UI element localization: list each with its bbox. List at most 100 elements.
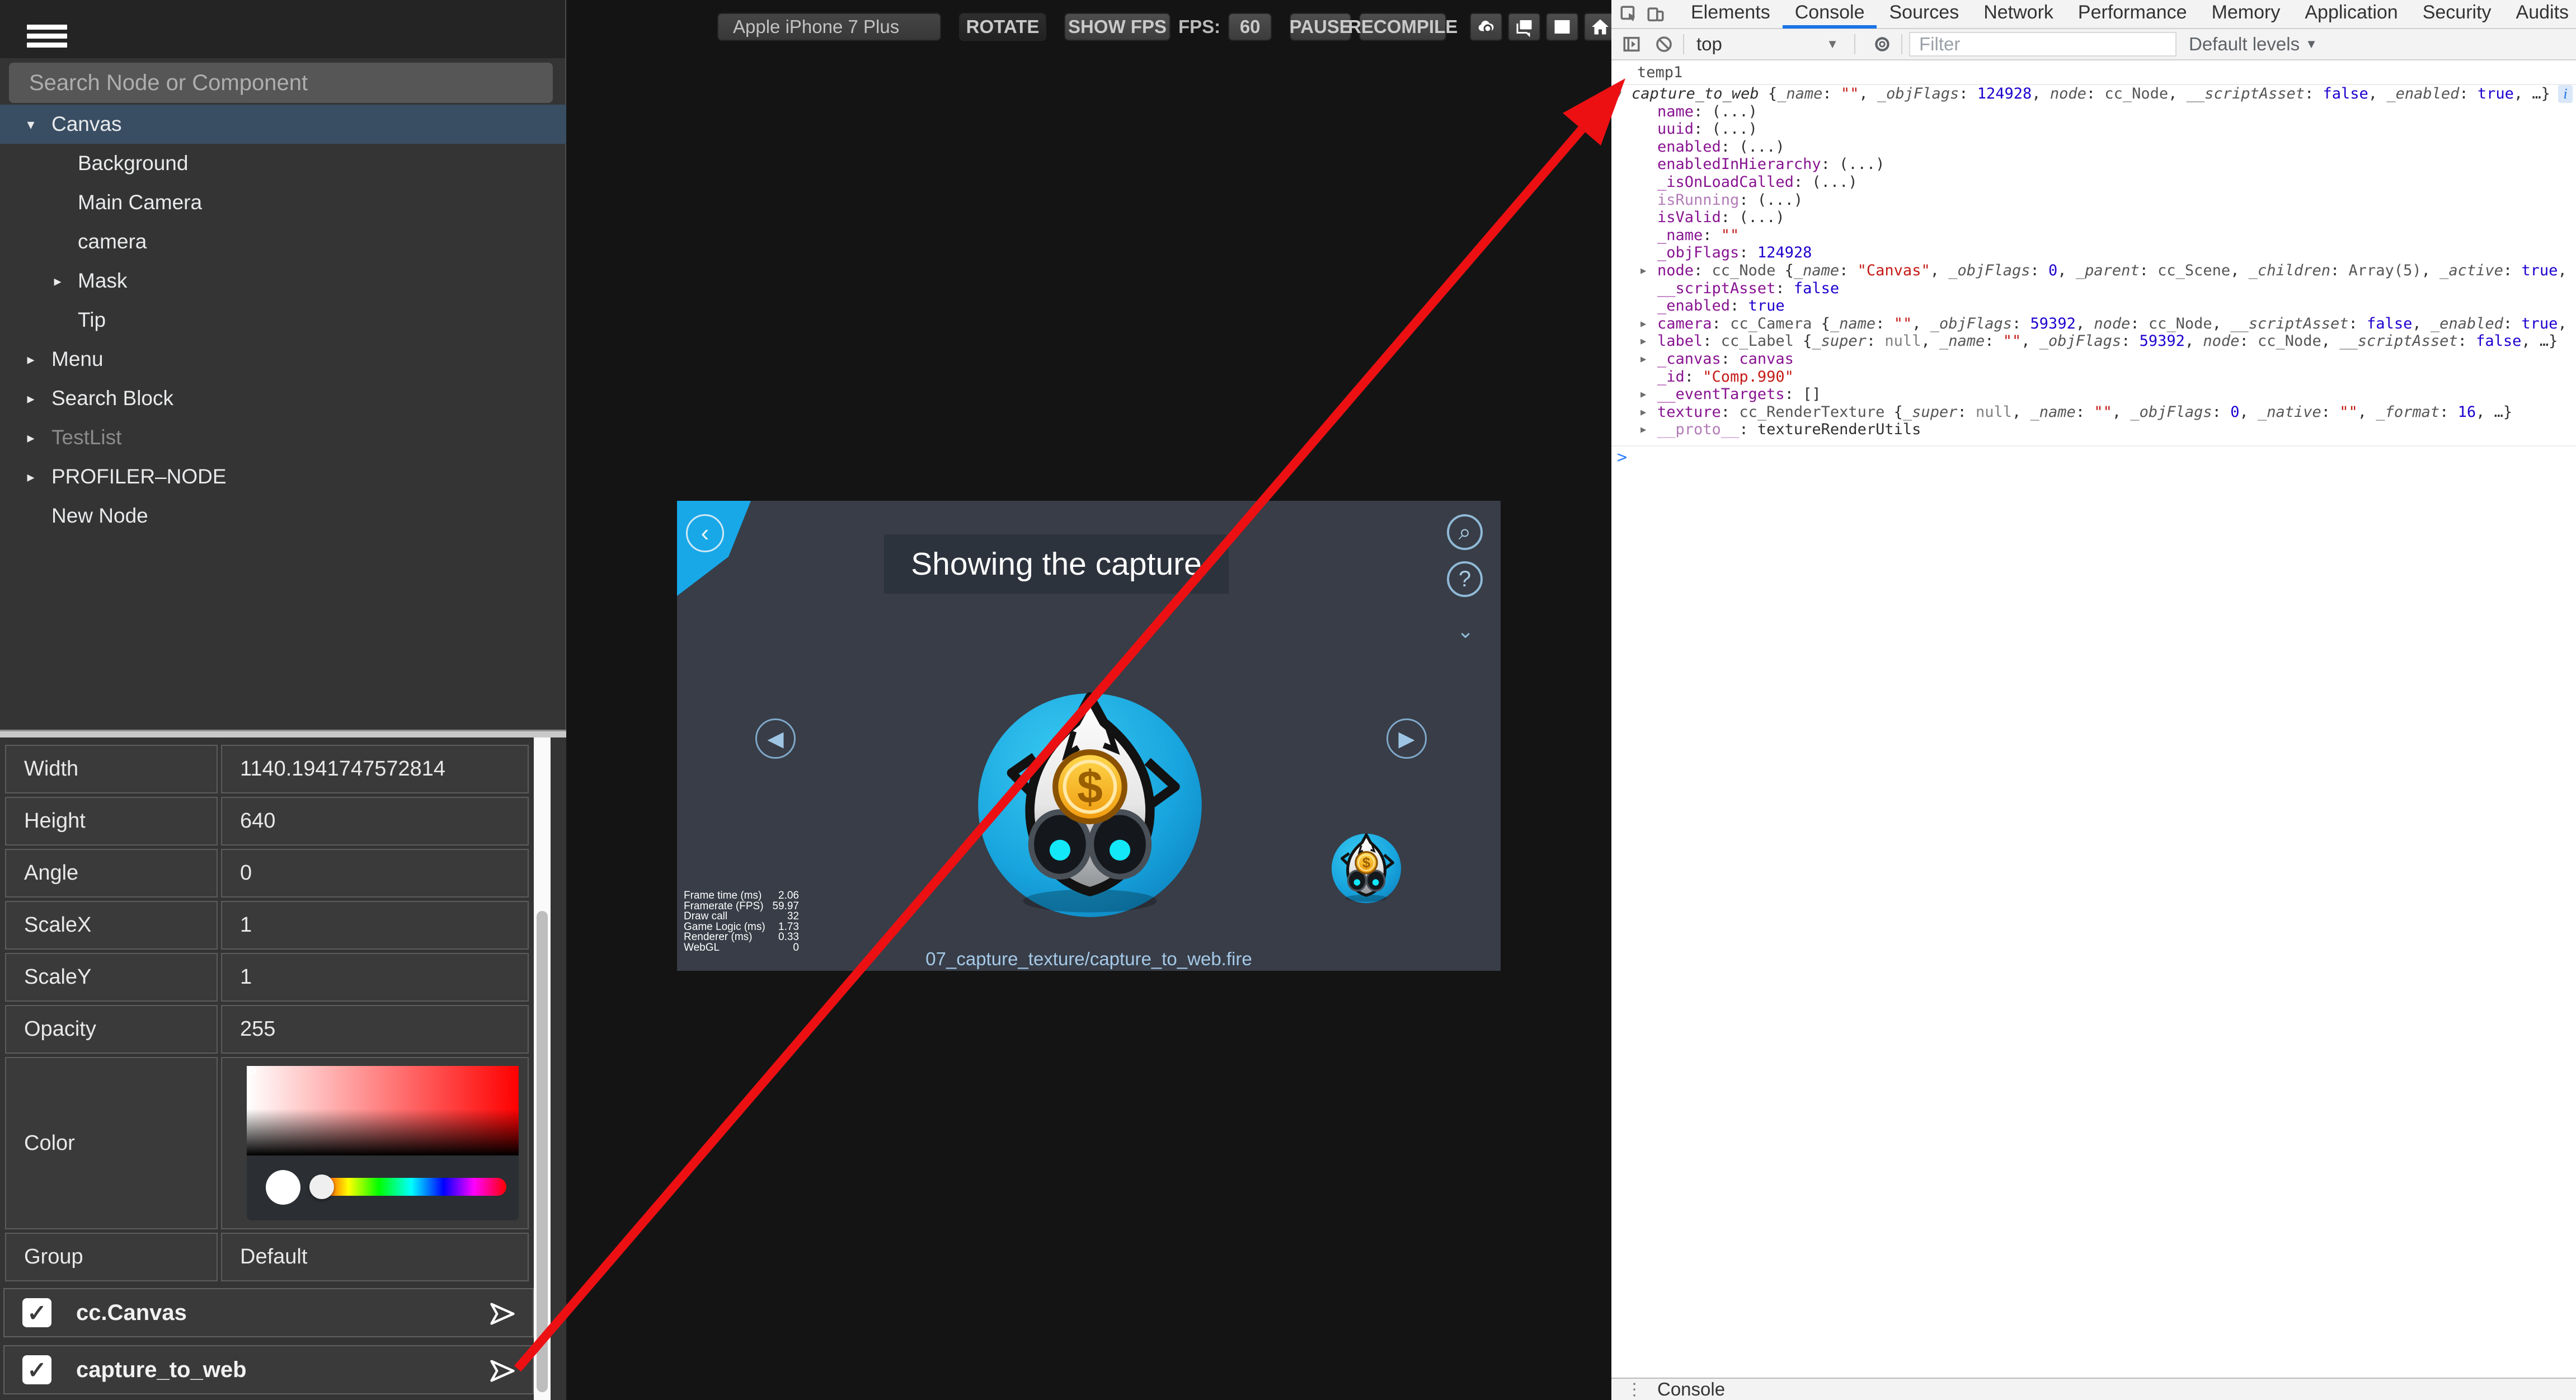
context-select[interactable]: top ▼ — [1696, 34, 1848, 55]
info-icon[interactable]: i — [2558, 85, 2573, 103]
tree-item-canvas[interactable]: ▾Canvas — [0, 105, 566, 144]
console-row: _enabled: true — [1611, 297, 2576, 315]
help-icon[interactable]: ? — [1447, 561, 1483, 597]
scrollbar-thumb[interactable] — [537, 911, 548, 1392]
tab-performance[interactable]: Performance — [2066, 0, 2199, 29]
token-pk: __scriptAsset — [2187, 85, 2305, 102]
clear-console-icon[interactable] — [1652, 33, 1676, 55]
token-p: , — [1859, 85, 1877, 102]
device-select[interactable]: Apple iPhone 7 Plus — [717, 13, 941, 41]
tab-application[interactable]: Application — [2292, 0, 2410, 29]
expander-collapsed-icon[interactable]: ▶ — [1640, 421, 1646, 439]
property-value[interactable]: 1140.1941747572814 — [221, 745, 529, 793]
hue-slider-handle[interactable] — [309, 1175, 334, 1199]
filter-input[interactable] — [1909, 32, 2177, 57]
caret-down-icon: ▼ — [1826, 37, 1848, 51]
color-picker[interactable] — [247, 1066, 519, 1220]
expander-collapsed-icon[interactable]: ▶ — [1640, 333, 1646, 351]
send-icon[interactable] — [488, 1299, 517, 1328]
tree-item-new-node[interactable]: New Node — [0, 496, 566, 535]
game-canvas[interactable]: ‹ Showing the capture ⌕ ? ⌄ ◀ ▶ Frame ti… — [677, 501, 1501, 971]
tree-item-tip[interactable]: Tip — [0, 300, 566, 340]
show-fps-button[interactable]: SHOW FPS — [1064, 13, 1171, 41]
tab-memory[interactable]: Memory — [2199, 0, 2293, 29]
color-gradient[interactable] — [247, 1066, 519, 1155]
property-value[interactable]: 0 — [221, 849, 529, 898]
search-input[interactable] — [9, 63, 553, 103]
tab-elements[interactable]: Elements — [1679, 0, 1783, 29]
tab-audits[interactable]: Audits — [2504, 0, 2576, 29]
token-k: __scriptAsset — [1657, 280, 1775, 297]
chevron-right-icon[interactable]: ▸ — [22, 468, 39, 486]
menu-icon[interactable] — [27, 25, 67, 47]
token-p: : — [1685, 368, 1703, 386]
drawer-console-tab[interactable]: Console — [1657, 1379, 1725, 1400]
property-label: Group — [5, 1233, 218, 1281]
console-row: ▶node: cc_Node {_name: "Canvas", _objFla… — [1611, 262, 2576, 280]
property-value[interactable]: Default — [221, 1233, 529, 1281]
color-swatch[interactable] — [266, 1170, 300, 1205]
token-p: : — [1867, 332, 1885, 350]
kebab-menu-icon[interactable]: ⋮ — [1626, 1380, 1643, 1399]
component-checkbox[interactable]: ✓ — [22, 1355, 51, 1384]
expander-collapsed-icon[interactable]: ▶ — [1640, 262, 1646, 280]
console-prompt[interactable]: > — [1611, 445, 2576, 470]
tree-item-testlist[interactable]: ▸TestList — [0, 418, 566, 457]
tab-security[interactable]: Security — [2410, 0, 2504, 29]
tab-sources[interactable]: Sources — [1877, 0, 1971, 29]
tree-item-main-camera[interactable]: Main Camera — [0, 183, 566, 222]
chevron-down-icon[interactable]: ⌄ — [1457, 619, 1474, 643]
expander-expanded-icon[interactable]: ▼ — [1616, 86, 1621, 104]
device-toolbar-icon[interactable] — [1646, 3, 1665, 25]
tree-item-mask[interactable]: ▸Mask — [0, 261, 566, 300]
cloud-search-icon[interactable] — [1470, 13, 1502, 41]
component-checkbox[interactable]: ✓ — [22, 1298, 51, 1327]
property-label: ScaleX — [5, 901, 218, 950]
back-button[interactable]: ‹ — [686, 514, 724, 552]
grid-icon[interactable] — [1546, 13, 1578, 41]
expander-collapsed-icon[interactable]: ▶ — [1640, 351, 1646, 369]
property-value[interactable]: 640 — [221, 797, 529, 845]
chevron-right-icon[interactable]: ▸ — [49, 273, 66, 290]
chevron-right-icon[interactable]: ▸ — [22, 429, 39, 447]
property-value[interactable] — [221, 1057, 529, 1229]
property-value[interactable]: 1 — [221, 953, 529, 1002]
tree-item-menu[interactable]: ▸Menu — [0, 340, 566, 379]
expander-collapsed-icon[interactable]: ▶ — [1640, 316, 1646, 333]
token-k: enabledInHierarchy — [1657, 156, 1821, 173]
send-icon[interactable] — [488, 1356, 517, 1385]
expander-collapsed-icon[interactable]: ▶ — [1640, 404, 1646, 422]
eye-icon[interactable] — [1870, 33, 1895, 55]
token-k: enabled — [1657, 138, 1721, 156]
log-levels-select[interactable]: Default levels ▼ — [2189, 34, 2318, 55]
tree-item-background[interactable]: Background — [0, 144, 566, 183]
panel-splitter[interactable] — [0, 730, 566, 737]
token-kd: isRunning — [1657, 191, 1739, 209]
hue-slider[interactable] — [316, 1178, 506, 1196]
token-pk: _children — [2249, 262, 2330, 279]
chat-icon[interactable] — [1508, 13, 1540, 41]
property-value[interactable]: 255 — [221, 1005, 529, 1054]
expander-collapsed-icon[interactable]: ▶ — [1640, 386, 1646, 404]
sidebar-toggle-icon[interactable] — [1619, 33, 1644, 55]
prev-button[interactable]: ◀ — [755, 718, 796, 759]
chevron-right-icon[interactable]: ▸ — [22, 351, 39, 368]
token-p: , …} — [2514, 85, 2550, 102]
tree-item-profiler-node[interactable]: ▸PROFILER–NODE — [0, 457, 566, 496]
chevron-right-icon[interactable]: ▸ — [22, 390, 39, 407]
pause-button[interactable]: PAUSE — [1290, 13, 1351, 41]
tab-network[interactable]: Network — [1971, 0, 2066, 29]
chevron-down-icon[interactable]: ▾ — [22, 116, 39, 133]
tab-console[interactable]: Console — [1783, 0, 1877, 29]
inspect-icon[interactable] — [1619, 3, 1638, 25]
property-value[interactable]: 1 — [221, 901, 529, 950]
tree-item-search-block[interactable]: ▸Search Block — [0, 379, 566, 418]
tree-item-camera[interactable]: camera — [0, 222, 566, 261]
fps-value-field[interactable]: 60 — [1228, 13, 1272, 41]
next-button[interactable]: ▶ — [1386, 718, 1427, 759]
color-gradient-cursor[interactable] — [248, 1067, 256, 1075]
properties-scrollbar[interactable] — [534, 737, 551, 1400]
rotate-button[interactable]: ROTATE — [959, 13, 1046, 41]
zoom-tool-icon[interactable]: ⌕ — [1447, 514, 1483, 550]
recompile-button[interactable]: RECOMPILE — [1359, 13, 1446, 41]
